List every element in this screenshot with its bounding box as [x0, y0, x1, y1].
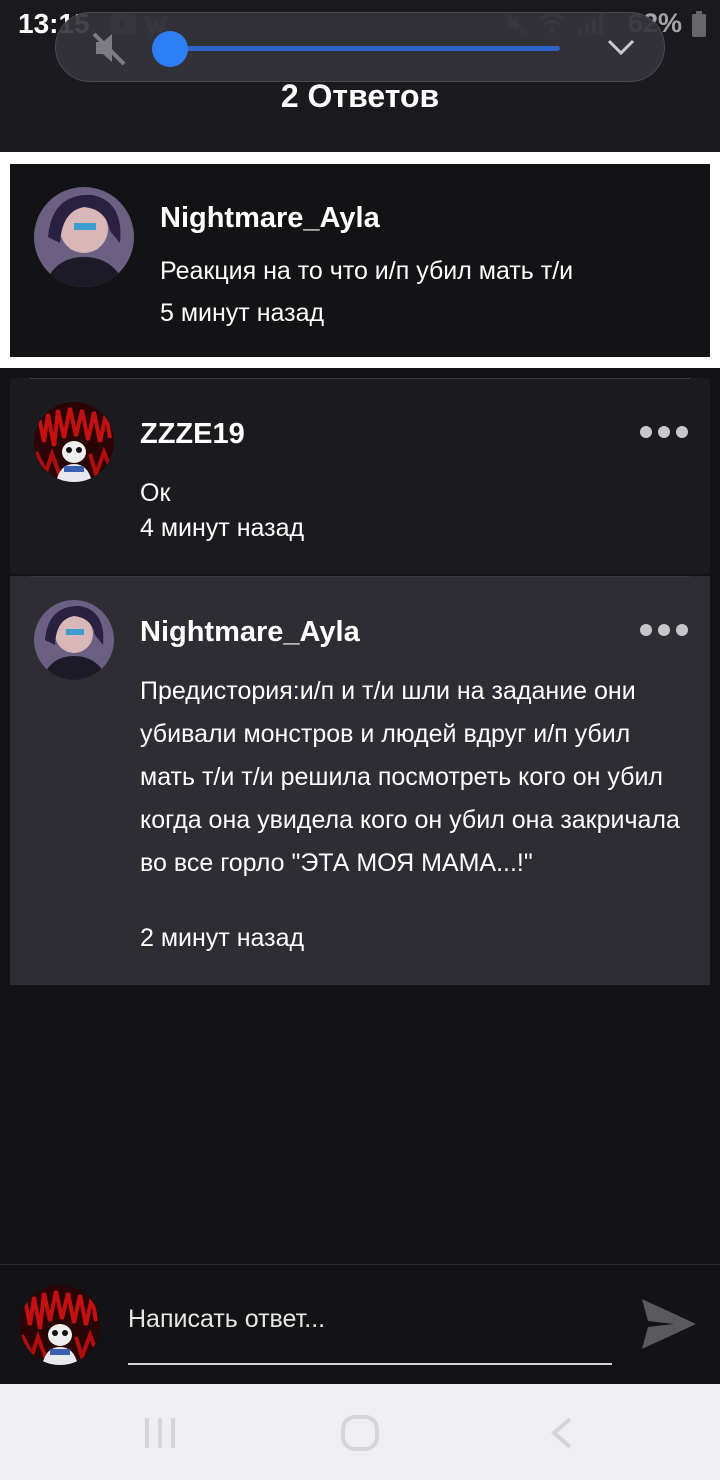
- avatar[interactable]: [34, 600, 114, 680]
- back-icon[interactable]: [548, 1416, 576, 1455]
- divider: [30, 378, 690, 379]
- reply-item: ZZZE19 Ок 4 минут назад: [10, 378, 710, 574]
- compose-bar: Написать ответ...: [0, 1264, 720, 1384]
- avatar: [20, 1285, 100, 1365]
- reply-author[interactable]: ZZZE19: [140, 418, 245, 451]
- main-post-frame: Nightmare_Ayla Реакция на то что и/п уби…: [0, 152, 720, 368]
- post-text: Реакция на то что и/п убил мать т/и: [160, 257, 574, 285]
- main-post: Nightmare_Ayla Реакция на то что и/п уби…: [10, 164, 710, 357]
- volume-track[interactable]: [168, 46, 560, 51]
- post-time: 5 минут назад: [160, 299, 325, 327]
- more-options-button[interactable]: [640, 426, 688, 438]
- reply-time: 4 минут назад: [140, 514, 305, 542]
- reply-text: Ок: [140, 479, 171, 507]
- dot-icon: [676, 624, 688, 636]
- dot-icon: [658, 426, 670, 438]
- dot-icon: [676, 426, 688, 438]
- avatar[interactable]: [34, 402, 114, 482]
- reply-item: Nightmare_Ayla Предистория:и/п и т/и шли…: [10, 576, 710, 985]
- dot-icon: [640, 624, 652, 636]
- reply-time: 2 минут назад: [140, 924, 305, 952]
- avatar[interactable]: [34, 187, 134, 287]
- more-options-button[interactable]: [640, 624, 688, 636]
- mute-icon[interactable]: [90, 30, 130, 71]
- volume-slider-thumb[interactable]: [152, 31, 188, 67]
- screen: 13:15 62%: [0, 0, 720, 1480]
- chevron-down-icon[interactable]: [606, 35, 636, 64]
- post-author[interactable]: Nightmare_Ayla: [160, 202, 380, 235]
- page-title: 2 Ответов: [280, 78, 440, 114]
- send-icon[interactable]: [640, 1297, 698, 1356]
- volume-panel: [55, 12, 665, 82]
- navigation-bar: [0, 1384, 720, 1480]
- dot-icon: [640, 426, 652, 438]
- reply-text: Предистория:и/п и т/и шли на задание они…: [140, 677, 680, 877]
- dot-icon: [658, 624, 670, 636]
- recent-apps-icon[interactable]: [143, 1416, 177, 1455]
- reply-input[interactable]: Написать ответ...: [128, 1305, 612, 1365]
- home-icon[interactable]: [340, 1414, 380, 1457]
- battery-icon: [692, 10, 706, 37]
- reply-author[interactable]: Nightmare_Ayla: [140, 616, 360, 649]
- divider: [30, 576, 690, 577]
